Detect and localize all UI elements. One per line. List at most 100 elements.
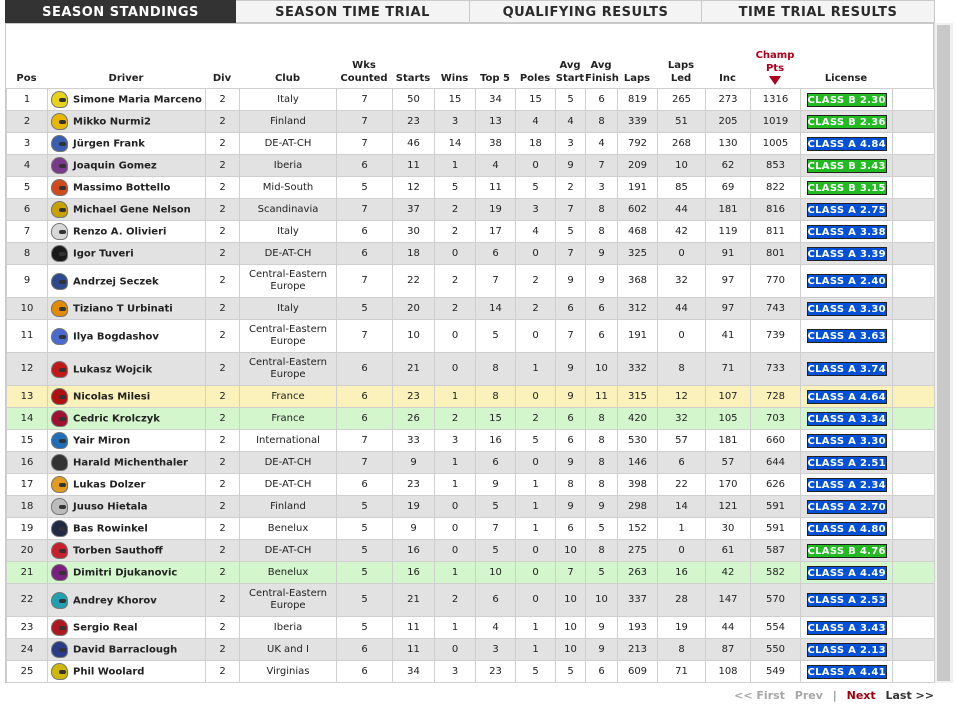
driver-name[interactable]: Tiziano T Urbinati: [73, 304, 173, 315]
scrollbar-thumb[interactable]: [937, 25, 950, 681]
cell-driver[interactable]: Sergio Real: [47, 616, 206, 639]
driver-name[interactable]: Bas Rowinkel: [73, 524, 148, 535]
cell-driver[interactable]: Lukas Dolzer: [47, 473, 206, 496]
driver-name[interactable]: Lukas Dolzer: [73, 480, 145, 491]
driver-name[interactable]: Renzo A. Olivieri: [73, 227, 166, 238]
driver-name[interactable]: Andrey Khorov: [73, 595, 157, 606]
table-row[interactable]: 11 Ilya Bogdashov 2 Central-Eastern Europe 7…: [6, 319, 935, 353]
cell-driver[interactable]: Massimo Bottello: [47, 176, 206, 199]
cell-driver[interactable]: Renzo A. Olivieri: [47, 220, 206, 243]
header-wks-counted[interactable]: Wks Counted: [336, 59, 392, 85]
table-row[interactable]: 24 David Barraclough 2 UK and I 6 11 0 3 1 10 9 213…: [6, 638, 935, 661]
cell-driver[interactable]: Andrey Khorov: [47, 583, 206, 617]
tab-season-standings[interactable]: SEASON STANDINGS: [5, 0, 236, 23]
header-laps-led[interactable]: Laps Led: [657, 59, 705, 85]
table-row[interactable]: 5 Massimo Bottello 2 Mid-South 5 12 5 11 5 2 3 191 8…: [6, 176, 935, 199]
cell-driver[interactable]: Harald Michenthaler: [47, 451, 206, 474]
cell-driver[interactable]: Mikko Nurmi2: [47, 110, 206, 133]
tab-time-trial-results[interactable]: TIME TRIAL RESULTS: [702, 0, 935, 23]
cell-driver[interactable]: Tiziano T Urbinati: [47, 297, 206, 320]
cell-driver[interactable]: Phil Woolard: [47, 660, 206, 683]
header-wins[interactable]: Wins: [434, 72, 475, 85]
table-row[interactable]: 7 Renzo A. Olivieri 2 Italy 6 30 2 17 4 5 8 468 42 11…: [6, 220, 935, 243]
driver-name[interactable]: Harald Michenthaler: [73, 458, 188, 469]
table-row[interactable]: 23 Sergio Real 2 Iberia 5 11 1 4 1 10 9 193 19 44 554 C…: [6, 616, 935, 639]
driver-name[interactable]: Dimitri Djukanovic: [73, 568, 177, 579]
cell-driver[interactable]: Yair Miron: [47, 429, 206, 452]
header-top5[interactable]: Top 5: [475, 72, 515, 85]
header-laps[interactable]: Laps: [617, 72, 657, 85]
table-row[interactable]: 20 Torben Sauthoff 2 DE-AT-CH 5 16 0 5 0 10 8 275 0 6…: [6, 539, 935, 562]
pager-prev-link[interactable]: Prev: [795, 689, 823, 702]
header-club[interactable]: Club: [239, 72, 336, 85]
header-starts[interactable]: Starts: [392, 72, 434, 85]
table-row[interactable]: 10 Tiziano T Urbinati 2 Italy 5 20 2 14 2 6 6 312 44…: [6, 297, 935, 320]
pager-next-link[interactable]: Next: [847, 689, 876, 702]
cell-driver[interactable]: Andrzej Seczek: [47, 264, 206, 298]
driver-name[interactable]: David Barraclough: [73, 645, 177, 656]
tab-season-time-trial[interactable]: SEASON TIME TRIAL: [236, 0, 470, 23]
driver-name[interactable]: Mikko Nurmi2: [73, 117, 151, 128]
table-row[interactable]: 3 Jürgen Frank 2 DE-AT-CH 7 46 14 38 18 3 4 792 268 1…: [6, 132, 935, 155]
table-row[interactable]: 18 Juuso Hietala 2 Finland 5 19 0 5 1 9 9 298 14 121 5…: [6, 495, 935, 518]
cell-driver[interactable]: Igor Tuveri: [47, 242, 206, 265]
driver-name[interactable]: Lukasz Wojcik: [73, 364, 152, 375]
table-row[interactable]: 8 Igor Tuveri 2 DE-AT-CH 6 18 0 6 0 7 9 325 0 91 801 CL…: [6, 242, 935, 265]
header-pos[interactable]: Pos: [6, 72, 47, 85]
table-row[interactable]: 12 Lukasz Wojcik 2 Central-Eastern Europe 6 2…: [6, 352, 935, 386]
pager-last-link[interactable]: Last >>: [885, 689, 934, 702]
cell-driver[interactable]: David Barraclough: [47, 638, 206, 661]
table-row[interactable]: 1 Simone Maria Marceno 2 Italy 7 50 15 34 15 5 6 81…: [6, 88, 935, 111]
table-row[interactable]: 2 Mikko Nurmi2 2 Finland 7 23 3 13 4 4 8 339 51 205 10…: [6, 110, 935, 133]
header-avg-start[interactable]: Avg Start: [555, 59, 585, 85]
driver-name[interactable]: Ilya Bogdashov: [73, 331, 159, 342]
driver-name[interactable]: Michael Gene Nelson: [73, 205, 191, 216]
driver-name[interactable]: Andrzej Seczek: [73, 276, 159, 287]
header-driver[interactable]: Driver: [47, 72, 205, 85]
cell-driver[interactable]: Torben Sauthoff: [47, 539, 206, 562]
cell-driver[interactable]: Ilya Bogdashov: [47, 319, 206, 353]
driver-name[interactable]: Jürgen Frank: [73, 139, 145, 150]
driver-name[interactable]: Phil Woolard: [73, 667, 144, 678]
driver-name[interactable]: Nicolas Milesi: [73, 392, 150, 403]
driver-name[interactable]: Juuso Hietala: [73, 502, 148, 513]
header-avg-finish[interactable]: Avg Finish: [585, 59, 619, 85]
pager-first-link[interactable]: << First: [734, 689, 785, 702]
table-row[interactable]: 4 Joaquin Gomez 2 Iberia 6 11 1 4 0 9 7 209 10 62 853 C…: [6, 154, 935, 177]
driver-name[interactable]: Cedric Krolczyk: [73, 414, 160, 425]
cell-driver[interactable]: Simone Maria Marceno: [47, 88, 206, 111]
cell-driver[interactable]: Nicolas Milesi: [47, 385, 206, 408]
driver-name[interactable]: Simone Maria Marceno: [73, 95, 202, 106]
cell-driver[interactable]: Juuso Hietala: [47, 495, 206, 518]
driver-name[interactable]: Joaquin Gomez: [73, 161, 157, 172]
table-row[interactable]: 22 Andrey Khorov 2 Central-Eastern Europe 5 2…: [6, 583, 935, 617]
table-row[interactable]: 19 Bas Rowinkel 2 Benelux 5 9 0 7 1 6 5 152 1 30 591 CL…: [6, 517, 935, 540]
vertical-scrollbar[interactable]: [934, 23, 953, 683]
header-poles[interactable]: Poles: [515, 72, 555, 85]
table-row[interactable]: 14 Cedric Krolczyk 2 France 6 26 2 15 2 6 8 420 32 10…: [6, 407, 935, 430]
driver-name[interactable]: Massimo Bottello: [73, 183, 170, 194]
cell-driver[interactable]: Dimitri Djukanovic: [47, 561, 206, 584]
cell-driver[interactable]: Joaquin Gomez: [47, 154, 206, 177]
table-row[interactable]: 9 Andrzej Seczek 2 Central-Eastern Europe 7 2…: [6, 264, 935, 298]
table-row[interactable]: 21 Dimitri Djukanovic 2 Benelux 5 16 1 10 0 7 5 263…: [6, 561, 935, 584]
cell-driver[interactable]: Michael Gene Nelson: [47, 198, 206, 221]
header-div[interactable]: Div: [205, 72, 239, 85]
table-row[interactable]: 15 Yair Miron 2 International 7 33 3 16 5 6 8 530 57…: [6, 429, 935, 452]
table-row[interactable]: 17 Lukas Dolzer 2 DE-AT-CH 6 23 1 9 1 8 8 398 22 170 6…: [6, 473, 935, 496]
table-row[interactable]: 16 Harald Michenthaler 2 DE-AT-CH 7 9 1 6 0 9 8 146…: [6, 451, 935, 474]
driver-name[interactable]: Igor Tuveri: [73, 249, 134, 260]
cell-driver[interactable]: Cedric Krolczyk: [47, 407, 206, 430]
table-row[interactable]: 13 Nicolas Milesi 2 France 6 23 1 8 0 9 11 315 12 107…: [6, 385, 935, 408]
driver-name[interactable]: Sergio Real: [73, 623, 138, 634]
driver-name[interactable]: Yair Miron: [73, 436, 130, 447]
tab-qualifying-results[interactable]: QUALIFYING RESULTS: [470, 0, 702, 23]
header-inc[interactable]: Inc: [705, 72, 750, 85]
table-row[interactable]: 6 Michael Gene Nelson 2 Scandinavia 7 37 2 19 3 7…: [6, 198, 935, 221]
header-license[interactable]: License: [800, 72, 892, 85]
table-row[interactable]: 25 Phil Woolard 2 Virginias 6 34 3 23 5 5 6 609 71 10…: [6, 660, 935, 683]
cell-driver[interactable]: Lukasz Wojcik: [47, 352, 206, 386]
cell-driver[interactable]: Bas Rowinkel: [47, 517, 206, 540]
driver-name[interactable]: Torben Sauthoff: [73, 546, 163, 557]
cell-driver[interactable]: Jürgen Frank: [47, 132, 206, 155]
